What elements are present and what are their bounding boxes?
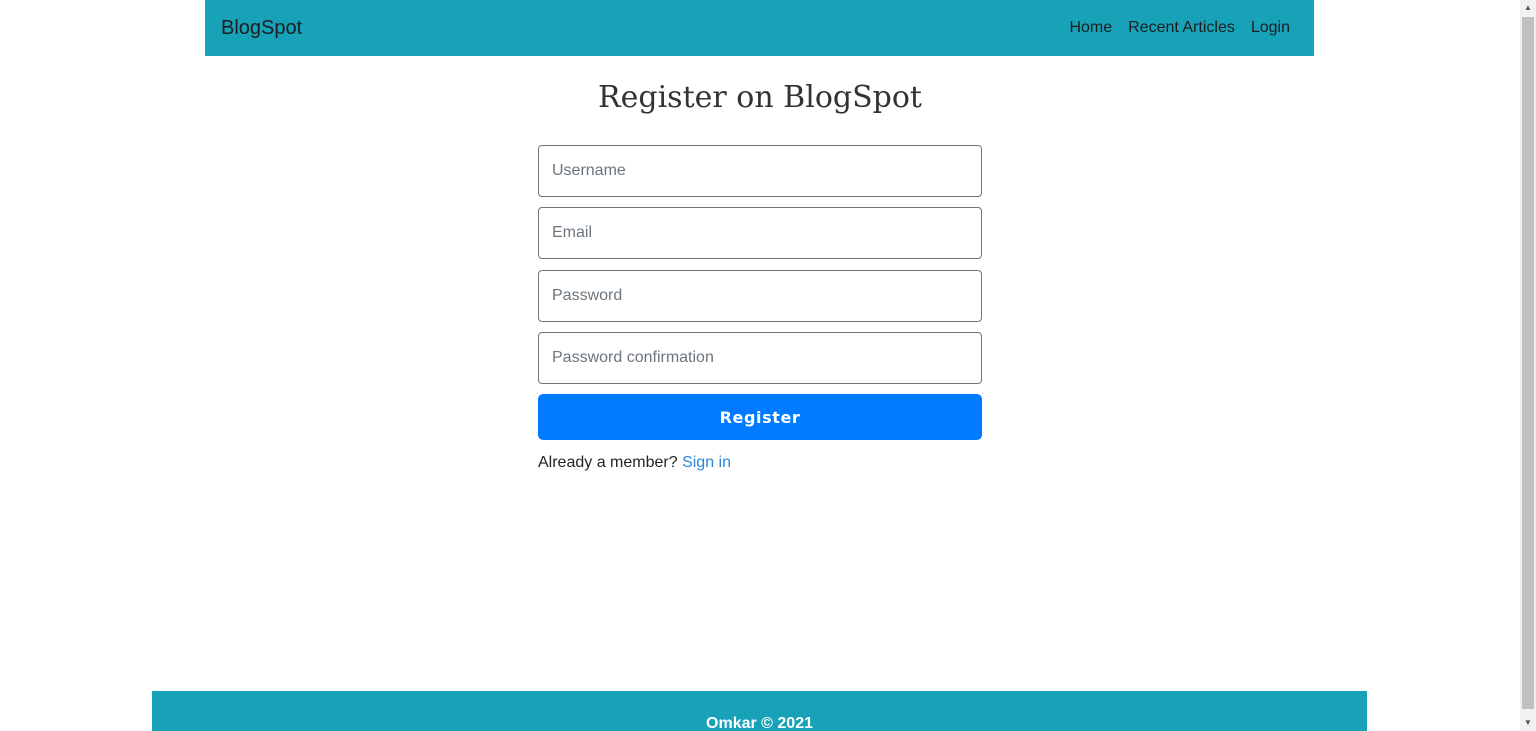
navbar: BlogSpot Home Recent Articles Login — [205, 0, 1314, 56]
member-prompt: Already a member? — [538, 454, 678, 471]
signin-row: Already a member? Sign in — [538, 454, 982, 472]
footer-copyright: Omkar © 2021 — [706, 715, 813, 731]
register-button[interactable]: Register — [538, 394, 982, 440]
nav-link-login[interactable]: Login — [1251, 19, 1290, 37]
page: BlogSpot Home Recent Articles Login Regi… — [0, 0, 1536, 731]
nav-link-recent-articles[interactable]: Recent Articles — [1128, 19, 1235, 37]
nav-links: Home Recent Articles Login — [1069, 19, 1290, 37]
scroll-up-arrow-icon[interactable]: ▲ — [1520, 0, 1536, 16]
scroll-down-arrow-icon[interactable]: ▼ — [1520, 715, 1536, 731]
signin-link[interactable]: Sign in — [682, 454, 731, 471]
email-input[interactable] — [538, 207, 982, 259]
username-input[interactable] — [538, 145, 982, 197]
brand-link[interactable]: BlogSpot — [221, 17, 302, 40]
page-title: Register on BlogSpot — [598, 80, 922, 115]
password-input[interactable] — [538, 270, 982, 322]
vertical-scrollbar[interactable]: ▲ ▼ — [1520, 0, 1536, 731]
register-form: Register Already a member? Sign in — [538, 145, 982, 472]
nav-link-home[interactable]: Home — [1069, 19, 1112, 37]
footer: Omkar © 2021 — [152, 691, 1367, 731]
scroll-thumb[interactable] — [1522, 17, 1534, 709]
password-confirmation-input[interactable] — [538, 332, 982, 384]
